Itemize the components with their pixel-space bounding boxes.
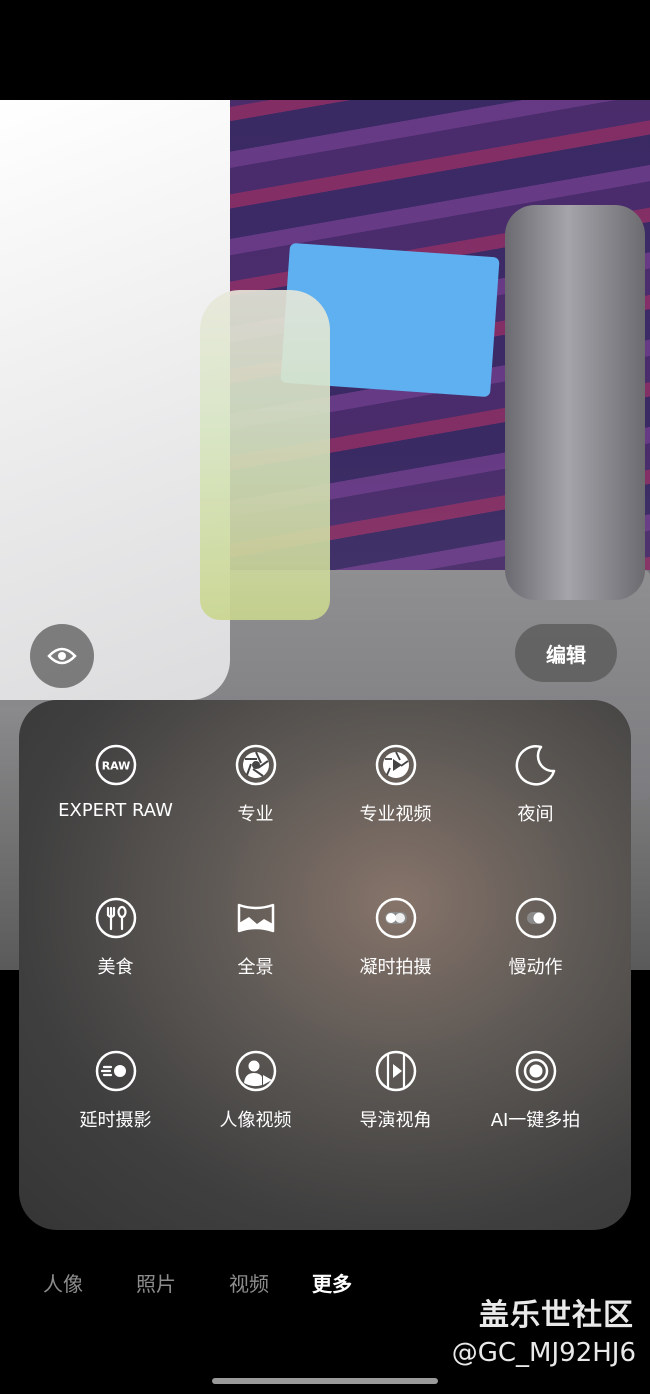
mode-label: 慢动作 bbox=[508, 957, 563, 978]
raw-icon: RAW bbox=[94, 744, 138, 786]
aperture-icon bbox=[234, 744, 278, 786]
moon-icon bbox=[514, 744, 558, 786]
mode-directors-view[interactable]: 导演视角 bbox=[319, 1006, 472, 1131]
watermark-title: 盖乐世社区 bbox=[479, 1298, 634, 1333]
mode-slow-motion[interactable]: 慢动作 bbox=[459, 853, 612, 978]
timelapse-icon bbox=[94, 1050, 138, 1092]
mode-label: AI一键多拍 bbox=[490, 1110, 581, 1131]
home-indicator[interactable] bbox=[212, 1378, 438, 1384]
mode-label: 夜间 bbox=[517, 804, 554, 825]
slow-motion-icon bbox=[514, 897, 558, 939]
mode-hyperlapse[interactable]: 凝时拍摄 bbox=[319, 853, 472, 978]
bottle-image bbox=[200, 290, 330, 620]
mode-label: 人像视频 bbox=[219, 1110, 292, 1131]
eye-icon-button[interactable] bbox=[30, 624, 94, 688]
mode-grid: RAW EXPERT RAW 专业 专业视频 夜间 美食 全景 凝时拍摄 慢动作… bbox=[19, 700, 631, 1230]
mode-label: 全景 bbox=[237, 957, 274, 978]
hyperlapse-icon bbox=[374, 897, 418, 939]
tab-more[interactable]: 更多 bbox=[312, 1268, 352, 1297]
mode-label: 专业视频 bbox=[359, 804, 432, 825]
mode-label: 美食 bbox=[97, 957, 134, 978]
pro-video-icon bbox=[374, 744, 418, 786]
bread-bag-image bbox=[0, 100, 230, 700]
mode-label: 凝时拍摄 bbox=[359, 957, 432, 978]
tab-portrait[interactable]: 人像 bbox=[43, 1268, 83, 1297]
mode-single-take[interactable]: AI一键多拍 bbox=[459, 1006, 612, 1131]
mode-expert-raw[interactable]: RAW EXPERT RAW bbox=[39, 700, 192, 821]
mode-pro-video[interactable]: 专业视频 bbox=[319, 700, 472, 825]
directors-view-icon bbox=[374, 1050, 418, 1092]
mode-night[interactable]: 夜间 bbox=[459, 700, 612, 825]
mode-food[interactable]: 美食 bbox=[39, 853, 192, 978]
mode-portrait-video[interactable]: 人像视频 bbox=[179, 1006, 332, 1131]
food-icon bbox=[94, 897, 138, 939]
mode-panorama[interactable]: 全景 bbox=[179, 853, 332, 978]
portrait-video-icon bbox=[234, 1050, 278, 1092]
mode-pro[interactable]: 专业 bbox=[179, 700, 332, 825]
mode-timelapse[interactable]: 延时摄影 bbox=[39, 1006, 192, 1131]
more-modes-panel: RAW EXPERT RAW 专业 专业视频 夜间 美食 全景 凝时拍摄 慢动作… bbox=[19, 700, 631, 1230]
tab-video[interactable]: 视频 bbox=[229, 1268, 269, 1297]
mode-label: 导演视角 bbox=[359, 1110, 432, 1131]
mode-label: 专业 bbox=[237, 804, 274, 825]
tab-photo[interactable]: 照片 bbox=[136, 1268, 176, 1297]
watermark-user: @GC_MJ92HJ6 bbox=[451, 1338, 636, 1368]
eye-icon bbox=[47, 647, 77, 665]
thermos-image bbox=[505, 205, 645, 600]
mode-label: EXPERT RAW bbox=[58, 800, 173, 821]
edit-button[interactable]: 编辑 bbox=[515, 624, 617, 682]
panorama-icon bbox=[234, 897, 278, 939]
mode-label: 延时摄影 bbox=[79, 1110, 152, 1131]
svg-text:RAW: RAW bbox=[101, 760, 130, 773]
single-take-icon bbox=[514, 1050, 558, 1092]
